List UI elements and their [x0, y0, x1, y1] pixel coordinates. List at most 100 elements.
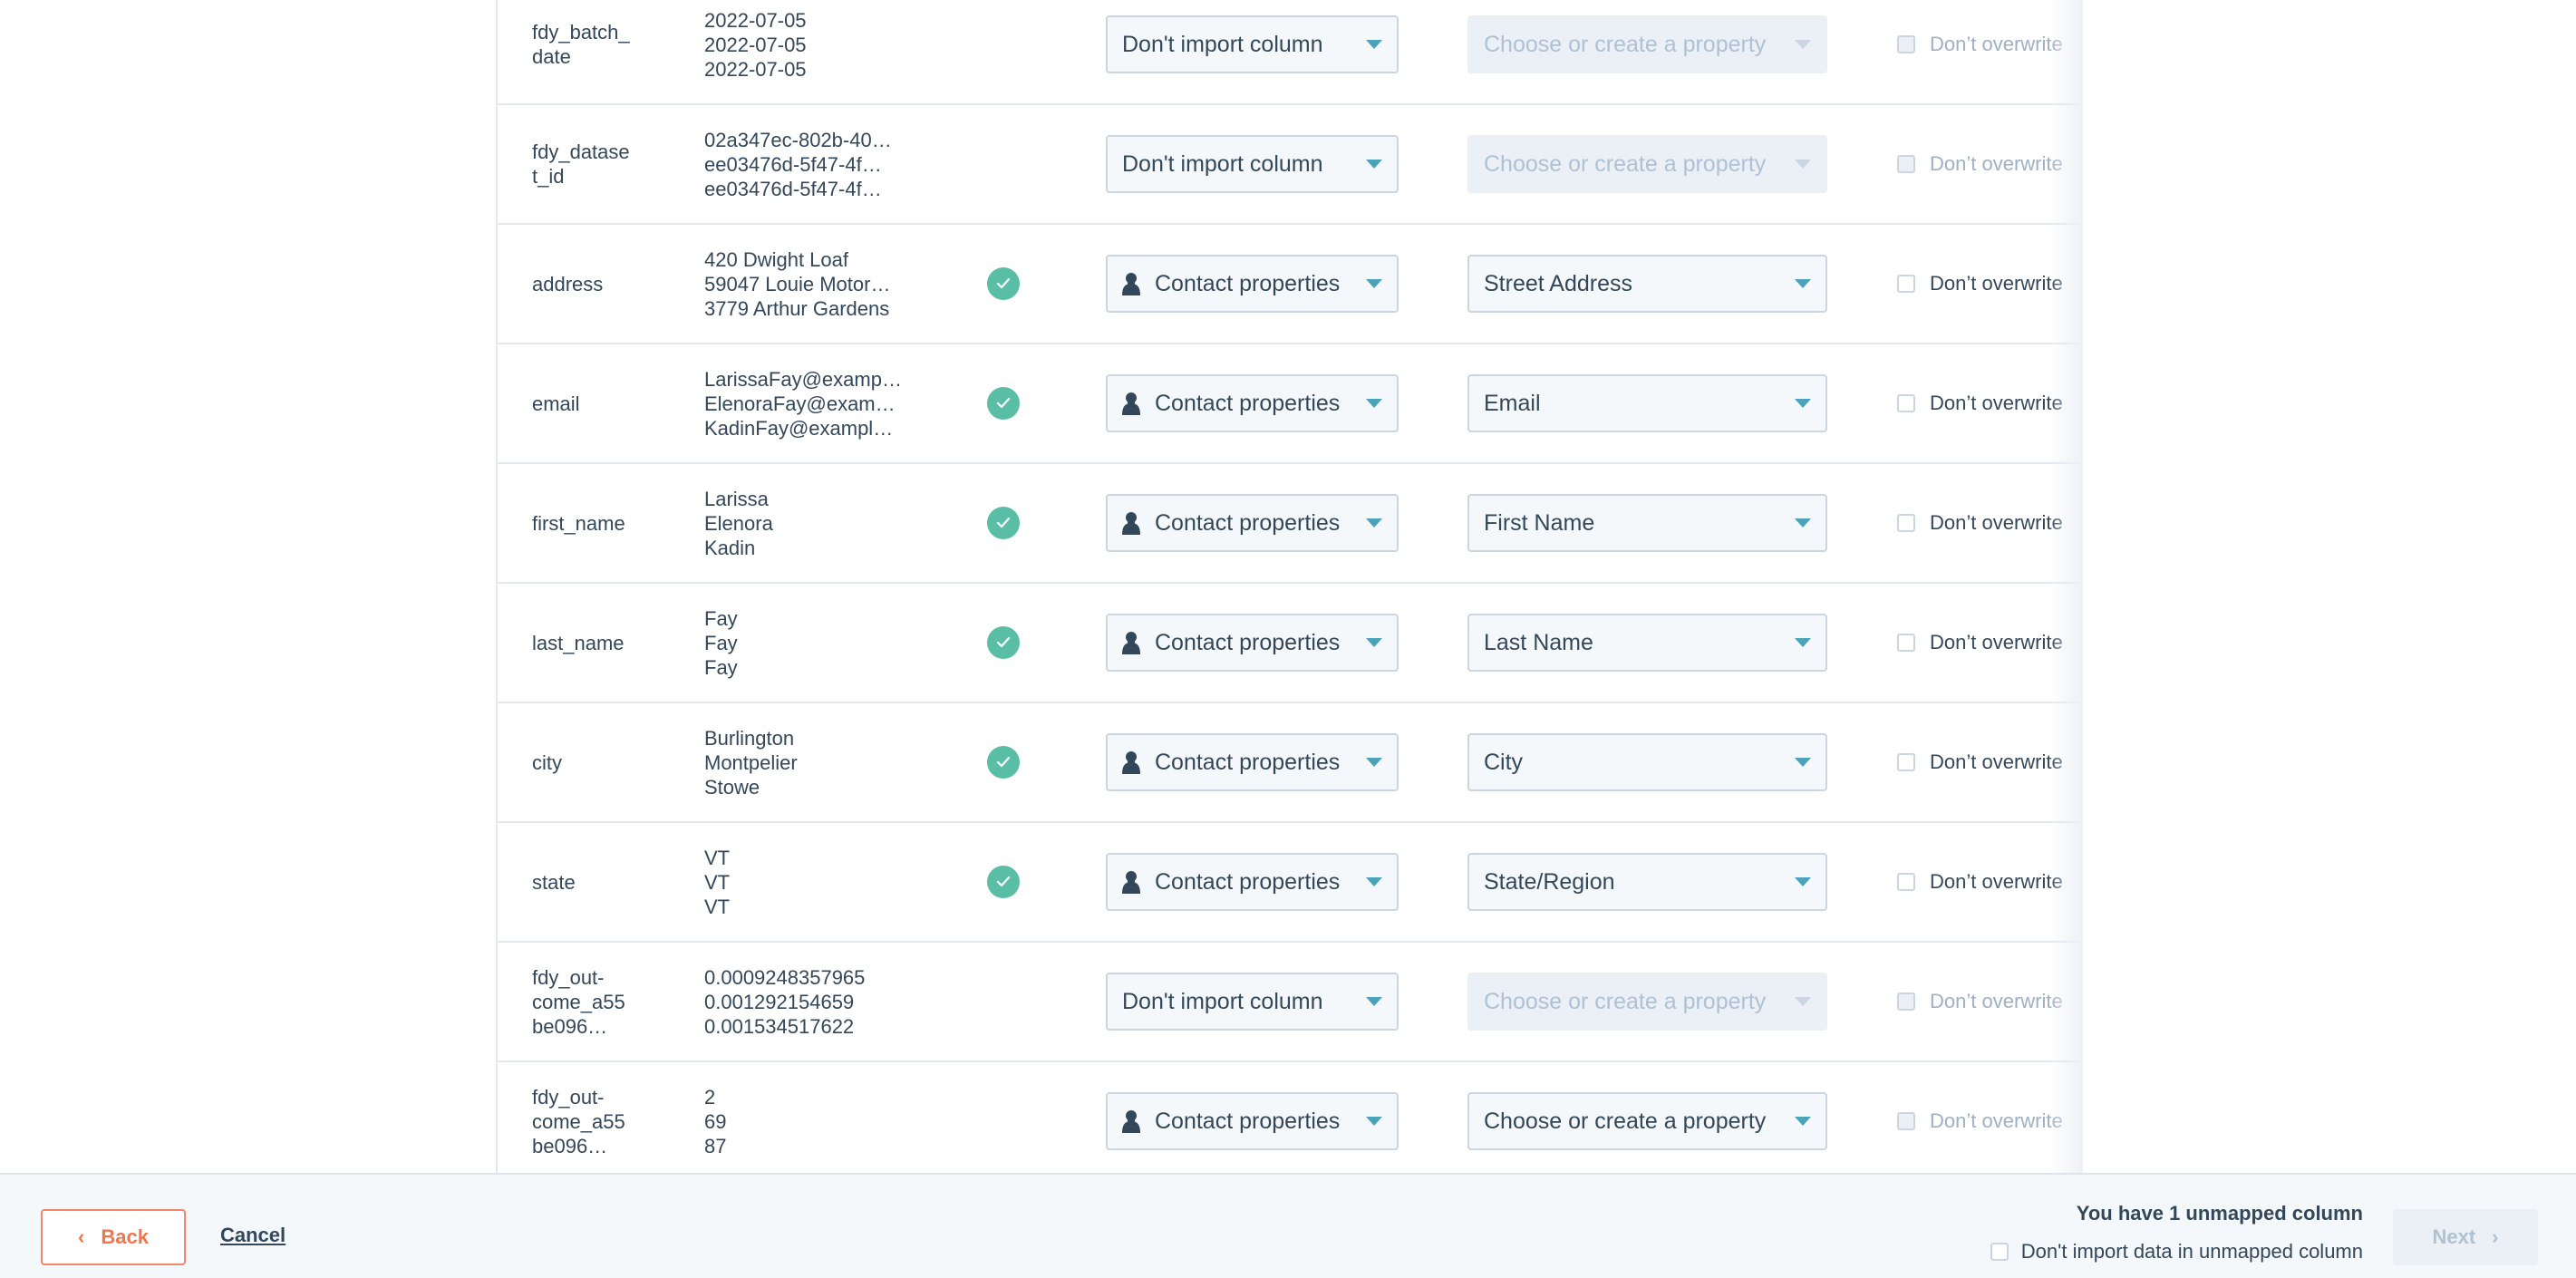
person-icon [1122, 272, 1155, 295]
dont-overwrite-checkbox[interactable] [1897, 155, 1915, 173]
column-header-name: email [532, 392, 580, 415]
dont-overwrite-label: Don’t overwrite [1930, 1109, 2063, 1132]
sample-values: VT VT VT [704, 823, 922, 941]
dont-overwrite-option[interactable]: Don’t overwrite [1897, 823, 2063, 941]
dont-overwrite-checkbox[interactable] [1897, 1112, 1915, 1130]
dont-overwrite-checkbox[interactable] [1897, 873, 1915, 891]
property-dropdown[interactable]: State/Region [1467, 853, 1827, 911]
import-as-dropdown[interactable]: Don't import column [1106, 135, 1399, 193]
sample-values: 420 Dwight Loaf 59047 Louie Motor… 3779 Ar… [704, 225, 922, 343]
sample-values: Burlington Montpelier Stowe [704, 703, 922, 821]
dont-overwrite-option[interactable]: Don’t overwrite [1897, 344, 2063, 462]
import-as-dropdown[interactable]: Contact properties [1106, 1092, 1399, 1150]
back-button[interactable]: ‹ Back [41, 1209, 186, 1265]
property-dropdown[interactable]: Street Address [1467, 255, 1827, 313]
dont-overwrite-option[interactable]: Don’t overwrite [1897, 225, 2063, 343]
property-value: Choose or create a property [1484, 988, 1767, 1014]
sample-value: 59047 Louie Motor… [704, 272, 891, 295]
property-dropdown[interactable]: Choose or create a property [1467, 973, 1827, 1031]
person-icon [1122, 1109, 1155, 1133]
dont-overwrite-checkbox[interactable] [1897, 275, 1915, 293]
dont-overwrite-checkbox[interactable] [1897, 753, 1915, 771]
caret-down-icon [1795, 997, 1811, 1006]
cancel-link[interactable]: Cancel [220, 1224, 286, 1247]
mapping-row: state VT VT VT Contact properties State/Re… [498, 823, 2081, 943]
footer-bar: ‹ Back Cancel You have 1 unmapped column… [0, 1173, 2576, 1278]
sample-value: 2 [704, 1085, 716, 1109]
sample-value: VT [704, 895, 731, 918]
dont-overwrite-option[interactable]: Don’t overwrite [1897, 1062, 2063, 1173]
property-dropdown[interactable]: Choose or create a property [1467, 1092, 1827, 1150]
mapped-check-icon [987, 866, 1020, 898]
dont-overwrite-label: Don’t overwrite [1930, 272, 2063, 295]
import-as-dropdown[interactable]: Contact properties [1106, 374, 1399, 432]
sample-value: Fay [704, 606, 738, 630]
dont-overwrite-option[interactable]: Don’t overwrite [1897, 105, 2063, 223]
dont-overwrite-option[interactable]: Don’t overwrite [1897, 584, 2063, 702]
import-as-dropdown[interactable]: Contact properties [1106, 733, 1399, 791]
dont-overwrite-label: Don’t overwrite [1930, 511, 2063, 534]
property-dropdown[interactable]: Choose or create a property [1467, 15, 1827, 73]
skip-unmapped-option[interactable]: Don't import data in unmapped column [1990, 1240, 2363, 1263]
sample-value: Fay [704, 631, 738, 654]
mapping-row: email LarissaFay@examp… ElenoraFay@exam… K… [498, 344, 2081, 464]
dont-overwrite-label: Don’t overwrite [1930, 631, 2063, 654]
caret-down-icon [1795, 40, 1811, 49]
next-button[interactable]: Next › [2393, 1209, 2538, 1265]
dont-overwrite-label: Don’t overwrite [1930, 870, 2063, 893]
mapped-check-icon [987, 746, 1020, 779]
import-as-dropdown[interactable]: Contact properties [1106, 853, 1399, 911]
mapped-check-icon [987, 267, 1020, 300]
dont-overwrite-option[interactable]: Don’t overwrite [1897, 943, 2063, 1060]
column-header-name: fdy_out- come_a55 be096… [532, 1085, 625, 1157]
mapping-row: fdy_batch_ date 2022-07-05 2022-07-05 2022… [498, 0, 2081, 105]
import-as-dropdown[interactable]: Don't import column [1106, 15, 1399, 73]
property-value: Choose or create a property [1484, 1108, 1767, 1134]
caret-down-icon [1795, 877, 1811, 886]
back-label: Back [101, 1225, 149, 1248]
import-as-dropdown[interactable]: Don't import column [1106, 973, 1399, 1031]
property-dropdown[interactable]: City [1467, 733, 1827, 791]
person-icon [1122, 631, 1155, 654]
caret-down-icon [1795, 638, 1811, 647]
property-value: Street Address [1484, 270, 1632, 296]
sample-value: LarissaFay@examp… [704, 367, 902, 391]
column-header-name: state [532, 870, 576, 894]
mapping-row: last_name Fay Fay Fay Contact properties L… [498, 584, 2081, 703]
caret-down-icon [1366, 160, 1382, 169]
property-dropdown[interactable]: Email [1467, 374, 1827, 432]
dont-overwrite-checkbox[interactable] [1897, 35, 1915, 53]
property-dropdown[interactable]: Choose or create a property [1467, 135, 1827, 193]
skip-unmapped-label: Don't import data in unmapped column [2020, 1240, 2363, 1263]
person-icon [1122, 392, 1155, 415]
caret-down-icon [1366, 1117, 1382, 1126]
dont-overwrite-label: Don’t overwrite [1930, 33, 2063, 55]
sample-value: 420 Dwight Loaf [704, 247, 848, 271]
property-value: Choose or create a property [1484, 150, 1767, 177]
sample-value: 0.001534517622 [704, 1014, 855, 1038]
dont-overwrite-checkbox[interactable] [1897, 394, 1915, 412]
caret-down-icon [1795, 1117, 1811, 1126]
dont-overwrite-checkbox[interactable] [1897, 514, 1915, 532]
import-as-dropdown[interactable]: Contact properties [1106, 494, 1399, 552]
sample-values: 02a347ec-802b-40… ee03476d-5f47-4f… ee0347… [704, 105, 922, 223]
property-dropdown[interactable]: Last Name [1467, 614, 1827, 672]
sample-value: Larissa [704, 487, 769, 510]
sample-values: Fay Fay Fay [704, 584, 922, 702]
import-as-value: Contact properties [1155, 629, 1341, 655]
column-header-name: fdy_out- come_a55 be096… [532, 965, 625, 1038]
sample-value: 0.001292154659 [704, 990, 855, 1013]
skip-unmapped-checkbox[interactable] [1990, 1243, 2009, 1261]
import-as-dropdown[interactable]: Contact properties [1106, 614, 1399, 672]
caret-down-icon [1366, 997, 1382, 1006]
dont-overwrite-option[interactable]: Don’t overwrite [1897, 0, 2063, 103]
dont-overwrite-option[interactable]: Don’t overwrite [1897, 464, 2063, 582]
sample-value: Kadin [704, 536, 756, 559]
sample-value: 2022-07-05 [704, 8, 807, 32]
dont-overwrite-checkbox[interactable] [1897, 634, 1915, 652]
dont-overwrite-option[interactable]: Don’t overwrite [1897, 703, 2063, 821]
import-as-dropdown[interactable]: Contact properties [1106, 255, 1399, 313]
dont-overwrite-checkbox[interactable] [1897, 992, 1915, 1011]
mapping-row: fdy_out- come_a55 be096… 0.0009248357965… [498, 943, 2081, 1062]
property-dropdown[interactable]: First Name [1467, 494, 1827, 552]
